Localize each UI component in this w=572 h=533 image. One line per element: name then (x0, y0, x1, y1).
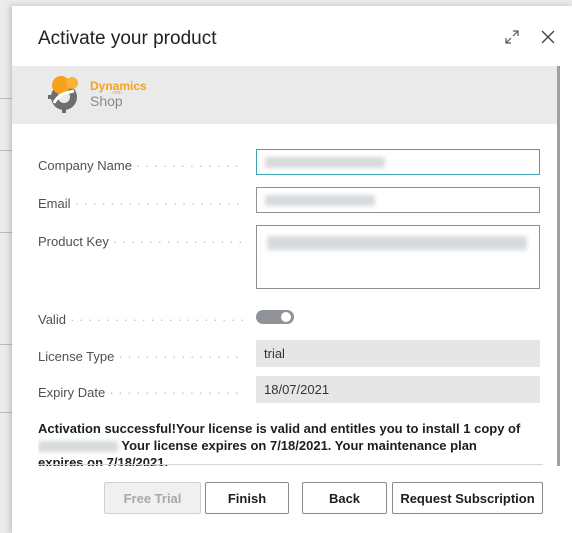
request-subscription-button[interactable]: Request Subscription (392, 482, 543, 514)
company-name-input[interactable] (256, 149, 540, 175)
brand-logo: Dynamics .com Shop (44, 73, 168, 117)
license-type-label: License Type (38, 349, 243, 364)
license-type-value: trial (256, 340, 540, 367)
backdrop-divider (0, 344, 12, 345)
backdrop-divider (0, 98, 12, 99)
redacted-value (267, 236, 527, 250)
brand-banner: Dynamics .com Shop (12, 66, 557, 124)
dialog-title: Activate your product (38, 28, 217, 49)
expiry-date-label: Expiry Date (38, 385, 243, 400)
close-icon[interactable] (538, 25, 558, 49)
product-key-label: Product Key (38, 234, 243, 249)
redacted-product-name (38, 441, 118, 453)
backdrop-divider (0, 150, 12, 151)
expand-icon[interactable] (502, 25, 522, 49)
redacted-value (265, 157, 385, 168)
message-divider (38, 464, 543, 465)
dialog-title-actions (502, 25, 558, 49)
valid-toggle-knob (281, 312, 291, 322)
email-input[interactable] (256, 187, 540, 213)
back-button[interactable]: Back (302, 482, 387, 514)
scrollbar-thumb[interactable] (557, 66, 560, 466)
backdrop-divider (0, 232, 12, 233)
company-name-label: Company Name (38, 158, 243, 173)
finish-button[interactable]: Finish (205, 482, 289, 514)
dynamics-shop-logo-icon (48, 76, 78, 113)
email-label: Email (38, 196, 243, 211)
free-trial-button[interactable]: Free Trial (104, 482, 201, 514)
valid-label: Valid (38, 312, 243, 327)
product-key-input[interactable] (256, 225, 540, 289)
valid-toggle[interactable] (256, 310, 294, 324)
activation-message: Activation successful!Your license is va… (38, 420, 543, 466)
redacted-value (265, 195, 375, 206)
brand-name-line2: Shop (90, 93, 123, 109)
activation-message-line1: Activation successful!Your license is va… (38, 421, 521, 436)
backdrop-divider (0, 412, 12, 413)
activation-message-line2: Your license expires on 7/18/2021. Your … (38, 437, 543, 454)
activate-product-dialog: Activate your product Dynamics .com Shop… (12, 6, 572, 533)
expiry-date-value: 18/07/2021 (256, 376, 540, 403)
scrollbar[interactable] (557, 66, 560, 466)
